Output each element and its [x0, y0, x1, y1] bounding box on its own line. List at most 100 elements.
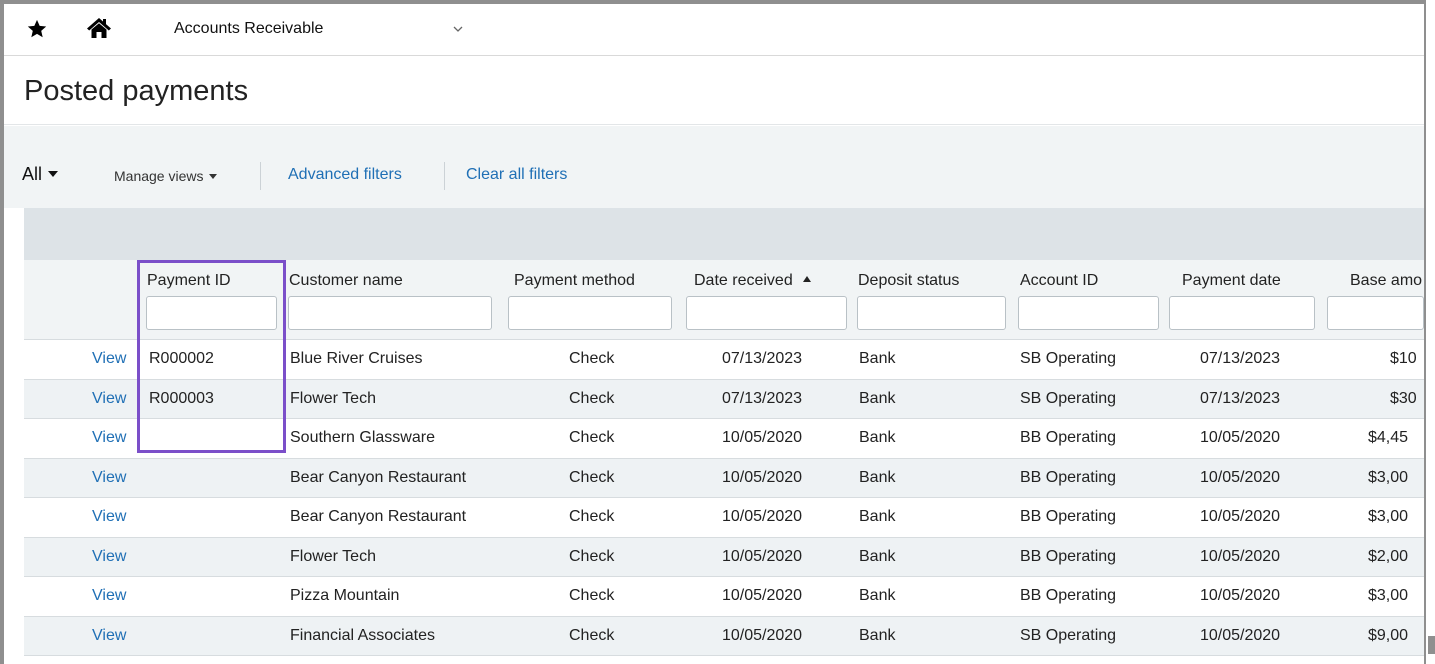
payment-date-cell: 10/05/2020 — [1200, 508, 1281, 525]
table-row: View Bear Canyon Restaurant Check 10/05/… — [24, 458, 1424, 498]
page-title: Posted payments — [24, 75, 249, 107]
date-received-filter-input[interactable] — [686, 296, 847, 330]
account-id-cell: BB Operating — [1020, 429, 1117, 446]
base-amount-cell: $10 — [1390, 350, 1417, 367]
payment-method-cell: Check — [569, 429, 615, 446]
title-band: Posted payments — [4, 57, 1424, 125]
manage-views-label: Manage views — [114, 168, 204, 184]
table-body: View R000002 Blue River Cruises Check 07… — [24, 340, 1424, 656]
sort-ascending-icon — [802, 276, 811, 282]
deposit-status-cell: Bank — [859, 389, 896, 407]
table-row: View Southern Glassware Check 10/05/2020… — [24, 419, 1424, 459]
window-right-edge — [1424, 0, 1435, 664]
view-link[interactable]: View — [92, 429, 126, 447]
view-link[interactable]: View — [92, 390, 126, 408]
deposit-status-cell: Bank — [859, 626, 896, 644]
column-header-account-id[interactable]: Account ID — [1020, 272, 1098, 290]
chevron-down-icon[interactable] — [452, 24, 464, 34]
view-link[interactable]: View — [92, 627, 126, 645]
column-header-base-amount[interactable]: Base amo — [1350, 272, 1422, 290]
caret-down-icon — [208, 174, 217, 179]
customer-name-cell: Southern Glassware — [290, 429, 435, 446]
account-id-cell: SB Operating — [1020, 626, 1117, 644]
account-id-cell: BB Operating — [1020, 508, 1117, 525]
date-received-cell: 10/05/2020 — [722, 547, 803, 565]
payment-method-cell: Check — [569, 508, 615, 525]
account-id-cell: SB Operating — [1020, 389, 1117, 407]
column-header-payment-method[interactable]: Payment method — [514, 272, 635, 290]
payment-date-cell: 10/05/2020 — [1200, 626, 1281, 644]
table-row: View Financial Associates Check 10/05/20… — [24, 616, 1424, 656]
base-amount-cell: $3,00 — [1368, 587, 1409, 604]
customer-name-filter-input[interactable] — [288, 296, 492, 330]
payment-date-cell: 10/05/2020 — [1200, 547, 1281, 565]
customer-name-cell: Pizza Mountain — [290, 587, 400, 604]
customer-name-cell: Bear Canyon Restaurant — [290, 468, 467, 486]
payment-date-cell: 07/13/2023 — [1200, 350, 1281, 367]
column-header-payment-id[interactable]: Payment ID — [147, 272, 231, 290]
base-amount-cell: $9,00 — [1368, 626, 1409, 644]
account-id-filter-input[interactable] — [1018, 296, 1159, 330]
payment-id-cell: R000003 — [149, 389, 214, 407]
account-id-cell: BB Operating — [1020, 468, 1117, 486]
column-header-date-received[interactable]: Date received — [694, 272, 811, 290]
home-icon[interactable] — [86, 16, 112, 40]
column-header-customer-name[interactable]: Customer name — [289, 272, 403, 290]
payment-id-filter-input[interactable] — [146, 296, 277, 330]
deposit-status-cell: Bank — [859, 508, 896, 525]
customer-name-cell: Flower Tech — [290, 547, 376, 565]
manage-views-button[interactable]: Manage views — [114, 168, 217, 184]
payment-method-cell: Check — [569, 626, 615, 644]
view-link[interactable]: View — [92, 350, 126, 368]
column-header-date-received-label: Date received — [694, 272, 793, 289]
base-amount-cell: $2,00 — [1368, 547, 1409, 565]
table-row: View Bear Canyon Restaurant Check 10/05/… — [24, 498, 1424, 538]
toolbar-divider — [444, 162, 445, 190]
view-link[interactable]: View — [92, 508, 126, 526]
view-link[interactable]: View — [92, 587, 126, 605]
payment-date-cell: 10/05/2020 — [1200, 468, 1281, 486]
payment-date-cell: 07/13/2023 — [1200, 389, 1281, 407]
base-amount-cell: $3,00 — [1368, 508, 1409, 525]
date-received-cell: 10/05/2020 — [722, 626, 803, 644]
list-toolbar: All Manage views Advanced filters Clear … — [4, 126, 1424, 208]
deposit-status-cell: Bank — [859, 350, 896, 367]
base-amount-cell: $4,45 — [1368, 429, 1409, 446]
view-selector-label: All — [22, 164, 43, 184]
column-header-payment-date[interactable]: Payment date — [1182, 272, 1281, 290]
base-amount-filter-input[interactable] — [1327, 296, 1424, 330]
deposit-status-cell: Bank — [859, 468, 896, 486]
deposit-status-filter-input[interactable] — [857, 296, 1006, 330]
payment-id-cell: R000002 — [149, 350, 214, 367]
table-row: View R000003 Flower Tech Check 07/13/202… — [24, 379, 1424, 419]
table-row: View Flower Tech Check 10/05/2020 Bank B… — [24, 537, 1424, 577]
date-received-cell: 10/05/2020 — [722, 429, 803, 446]
table-row: View R000002 Blue River Cruises Check 07… — [24, 340, 1424, 380]
view-selector-button[interactable]: All — [22, 164, 59, 185]
payment-method-cell: Check — [569, 587, 615, 604]
account-id-cell: BB Operating — [1020, 587, 1117, 604]
star-icon[interactable] — [26, 18, 48, 40]
base-amount-cell: $30 — [1390, 389, 1417, 407]
deposit-status-cell: Bank — [859, 547, 896, 565]
toolbar-divider — [260, 162, 261, 190]
date-received-cell: 07/13/2023 — [722, 389, 803, 407]
grid-group-band — [24, 208, 1424, 260]
payment-date-filter-input[interactable] — [1169, 296, 1315, 330]
module-selector-label[interactable]: Accounts Receivable — [174, 20, 323, 38]
customer-name-cell: Financial Associates — [290, 626, 435, 644]
payment-date-cell: 10/05/2020 — [1200, 587, 1281, 604]
column-header-deposit-status[interactable]: Deposit status — [858, 272, 959, 290]
payment-method-cell: Check — [569, 468, 615, 486]
customer-name-cell: Blue River Cruises — [290, 350, 423, 367]
date-received-cell: 10/05/2020 — [722, 587, 803, 604]
clear-all-filters-link[interactable]: Clear all filters — [466, 166, 567, 184]
base-amount-cell: $3,00 — [1368, 468, 1409, 486]
view-link[interactable]: View — [92, 548, 126, 566]
advanced-filters-link[interactable]: Advanced filters — [288, 166, 402, 184]
payment-method-filter-input[interactable] — [508, 296, 672, 330]
date-received-cell: 07/13/2023 — [722, 350, 803, 367]
window-edge-marker — [1428, 636, 1435, 654]
deposit-status-cell: Bank — [859, 429, 896, 446]
view-link[interactable]: View — [92, 469, 126, 487]
